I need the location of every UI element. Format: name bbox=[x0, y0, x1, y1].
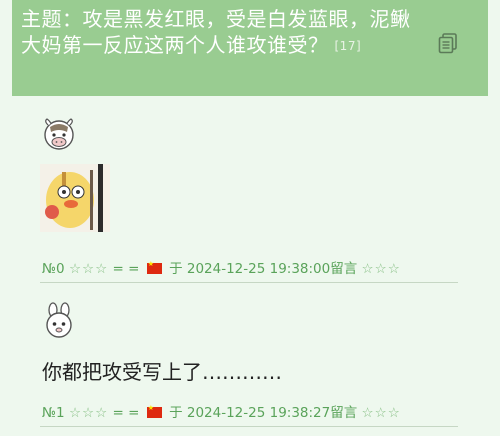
rating-stars-right[interactable]: ☆☆☆ bbox=[362, 261, 401, 277]
post-divider bbox=[40, 282, 458, 283]
post-divider bbox=[40, 426, 458, 427]
post-datetime: 2024-12-25 19:38:27留言 bbox=[186, 405, 358, 421]
rating-stars[interactable]: ☆☆☆ bbox=[69, 261, 108, 277]
post-1 bbox=[40, 302, 458, 340]
at-label: 于 bbox=[169, 405, 183, 421]
rating-stars[interactable]: ☆☆☆ bbox=[69, 405, 108, 421]
rabbit-avatar-icon[interactable] bbox=[40, 302, 78, 340]
reply-count: [17] bbox=[334, 39, 362, 53]
eq-mark: = = bbox=[112, 405, 140, 421]
post-number: №1 bbox=[42, 405, 65, 421]
sticker-image bbox=[40, 164, 110, 232]
china-flag-icon bbox=[146, 260, 162, 274]
topic-title: 主题：攻是黑发红眼，受是白发蓝眼，泥鳅大妈第一反应这两个人谁攻谁受？ [17] bbox=[21, 6, 421, 59]
post-number: №0 bbox=[42, 261, 65, 277]
cow-avatar-icon[interactable] bbox=[40, 115, 78, 153]
copy-icon[interactable] bbox=[437, 32, 459, 54]
post-1-meta: №1 ☆☆☆ = = 于 2024-12-25 19:38:27留言 ☆☆☆ bbox=[42, 401, 401, 421]
post-datetime: 2024-12-25 19:38:00留言 bbox=[186, 261, 358, 277]
post-0-meta: №0 ☆☆☆ = = 于 2024-12-25 19:38:00留言 ☆☆☆ bbox=[42, 257, 401, 277]
post-0 bbox=[40, 115, 458, 153]
at-label: 于 bbox=[169, 261, 183, 277]
post-content: 你都把攻受写上了………… bbox=[42, 360, 282, 384]
china-flag-icon bbox=[146, 404, 162, 418]
eq-mark: = = bbox=[112, 261, 140, 277]
rating-stars-right[interactable]: ☆☆☆ bbox=[362, 405, 401, 421]
